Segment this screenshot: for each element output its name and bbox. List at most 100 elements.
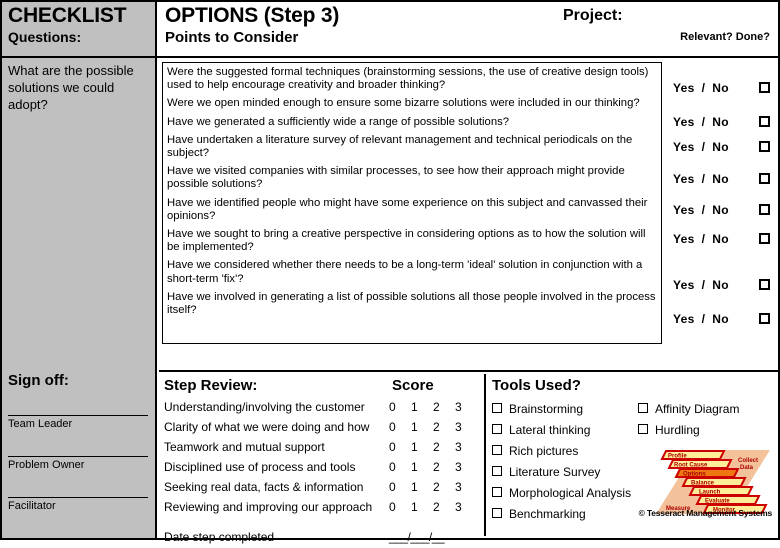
score-option[interactable]: 0: [389, 498, 411, 516]
tool-checkbox-item[interactable]: Benchmarking: [492, 507, 642, 528]
done-checkbox[interactable]: [759, 233, 770, 244]
score-option[interactable]: 1: [411, 418, 433, 436]
tool-checkbox[interactable]: [638, 424, 648, 434]
options-step-title: OPTIONS (Step 3): [165, 4, 340, 27]
page-header: CHECKLIST Questions: OPTIONS (Step 3) Pr…: [2, 2, 778, 58]
relevant-done-row: Yes / No: [664, 140, 776, 156]
score-option[interactable]: 2: [433, 398, 455, 416]
point-item: Have we involved in generating a list of…: [167, 290, 656, 317]
score-option[interactable]: 0: [389, 478, 411, 496]
step-review-row: Clarity of what we were doing and how 0 1 2…: [164, 418, 480, 438]
tool-label: Brainstorming: [509, 402, 584, 416]
done-checkbox[interactable]: [759, 313, 770, 324]
yes-label[interactable]: Yes: [673, 232, 695, 246]
header-checklist-cell: CHECKLIST Questions:: [2, 2, 157, 58]
no-label[interactable]: No: [712, 81, 729, 95]
score-option[interactable]: 3: [455, 458, 477, 476]
tool-checkbox-item[interactable]: Rich pictures: [492, 444, 642, 465]
date-step-completed-field[interactable]: ___/___/__: [389, 528, 445, 546]
score-option[interactable]: 0: [389, 438, 411, 456]
no-label[interactable]: No: [712, 232, 729, 246]
done-checkbox[interactable]: [759, 173, 770, 184]
tool-checkbox[interactable]: [492, 487, 502, 497]
score-scale: 0123: [389, 398, 477, 416]
logo-step-root-cause: Root Cause: [674, 463, 708, 469]
tool-checkbox[interactable]: [492, 508, 502, 518]
no-label[interactable]: No: [712, 278, 729, 292]
yes-no-toggle[interactable]: Yes / No: [673, 81, 729, 95]
yes-label[interactable]: Yes: [673, 115, 695, 129]
logo-copyright: © Tesseract Management Systems: [638, 508, 773, 518]
score-option[interactable]: 1: [411, 498, 433, 516]
logo-step-launch: Launch: [699, 490, 721, 496]
signoff-title: Sign off:: [8, 372, 69, 389]
score-option[interactable]: 0: [389, 418, 411, 436]
score-option[interactable]: 3: [455, 398, 477, 416]
score-option[interactable]: 1: [411, 438, 433, 456]
tool-checkbox-item[interactable]: Morphological Analysis: [492, 486, 642, 507]
point-item: Have undertaken a literature survey of r…: [167, 133, 633, 160]
yes-label[interactable]: Yes: [673, 81, 695, 95]
score-option[interactable]: 2: [433, 478, 455, 496]
yes-no-toggle[interactable]: Yes / No: [673, 278, 729, 292]
tool-checkbox[interactable]: [492, 424, 502, 434]
score-option[interactable]: 3: [455, 498, 477, 516]
point-item: Have we identified people who might have…: [167, 196, 648, 222]
tool-checkbox-item[interactable]: Literature Survey: [492, 465, 642, 486]
score-option[interactable]: 3: [455, 478, 477, 496]
tool-checkbox-item[interactable]: Hurdling: [638, 423, 780, 444]
tool-checkbox[interactable]: [492, 466, 502, 476]
yes-no-toggle[interactable]: Yes / No: [673, 203, 729, 217]
tool-checkbox[interactable]: [492, 403, 502, 413]
score-option[interactable]: 1: [411, 458, 433, 476]
done-checkbox[interactable]: [759, 141, 770, 152]
signature-block: Facilitator: [8, 497, 151, 513]
date-step-completed-row: Date step completed ___/___/__: [164, 528, 480, 548]
score-option[interactable]: 2: [433, 458, 455, 476]
score-scale: 0123: [389, 498, 477, 516]
tool-checkbox-item[interactable]: Lateral thinking: [492, 423, 642, 444]
project-label: Project:: [563, 7, 623, 24]
score-column-header: Score: [392, 377, 434, 394]
score-option[interactable]: 2: [433, 438, 455, 456]
yes-no-toggle[interactable]: Yes / No: [673, 232, 729, 246]
done-checkbox[interactable]: [759, 82, 770, 93]
no-label[interactable]: No: [712, 172, 729, 186]
yes-label[interactable]: Yes: [673, 278, 695, 292]
point-item: Have we visited companies with similar p…: [167, 165, 625, 191]
yes-no-toggle[interactable]: Yes / No: [673, 140, 729, 154]
yes-no-toggle[interactable]: Yes / No: [673, 312, 729, 326]
no-label[interactable]: No: [712, 115, 729, 129]
done-checkbox[interactable]: [759, 279, 770, 290]
yes-no-toggle[interactable]: Yes / No: [673, 115, 729, 129]
tool-checkbox[interactable]: [492, 445, 502, 455]
done-checkbox[interactable]: [759, 204, 770, 215]
score-option[interactable]: 0: [389, 398, 411, 416]
tool-checkbox-item[interactable]: Brainstorming: [492, 402, 642, 423]
no-label[interactable]: No: [712, 140, 729, 154]
signature-label: Problem Owner: [8, 459, 85, 471]
points-list: Were the suggested formal techniques (br…: [167, 66, 657, 317]
score-option[interactable]: 2: [433, 418, 455, 436]
yes-label[interactable]: Yes: [673, 312, 695, 326]
tool-label: Hurdling: [655, 423, 700, 437]
point-item: Were we open minded enough to ensure som…: [167, 97, 640, 110]
no-label[interactable]: No: [712, 312, 729, 326]
no-label[interactable]: No: [712, 203, 729, 217]
done-checkbox[interactable]: [759, 116, 770, 127]
relevant-done-row: Yes / No: [664, 312, 776, 328]
tool-checkbox-item[interactable]: Affinity Diagram: [638, 402, 780, 423]
yes-no-toggle[interactable]: Yes / No: [673, 172, 729, 186]
score-option[interactable]: 3: [455, 418, 477, 436]
score-option[interactable]: 3: [455, 438, 477, 456]
score-option[interactable]: 1: [411, 398, 433, 416]
checklist-sheet: CHECKLIST Questions: OPTIONS (Step 3) Pr…: [0, 0, 780, 544]
yes-label[interactable]: Yes: [673, 203, 695, 217]
yes-label[interactable]: Yes: [673, 140, 695, 154]
score-option[interactable]: 2: [433, 498, 455, 516]
score-option[interactable]: 0: [389, 458, 411, 476]
tool-label: Literature Survey: [509, 465, 601, 479]
yes-label[interactable]: Yes: [673, 172, 695, 186]
tool-checkbox[interactable]: [638, 403, 648, 413]
score-option[interactable]: 1: [411, 478, 433, 496]
